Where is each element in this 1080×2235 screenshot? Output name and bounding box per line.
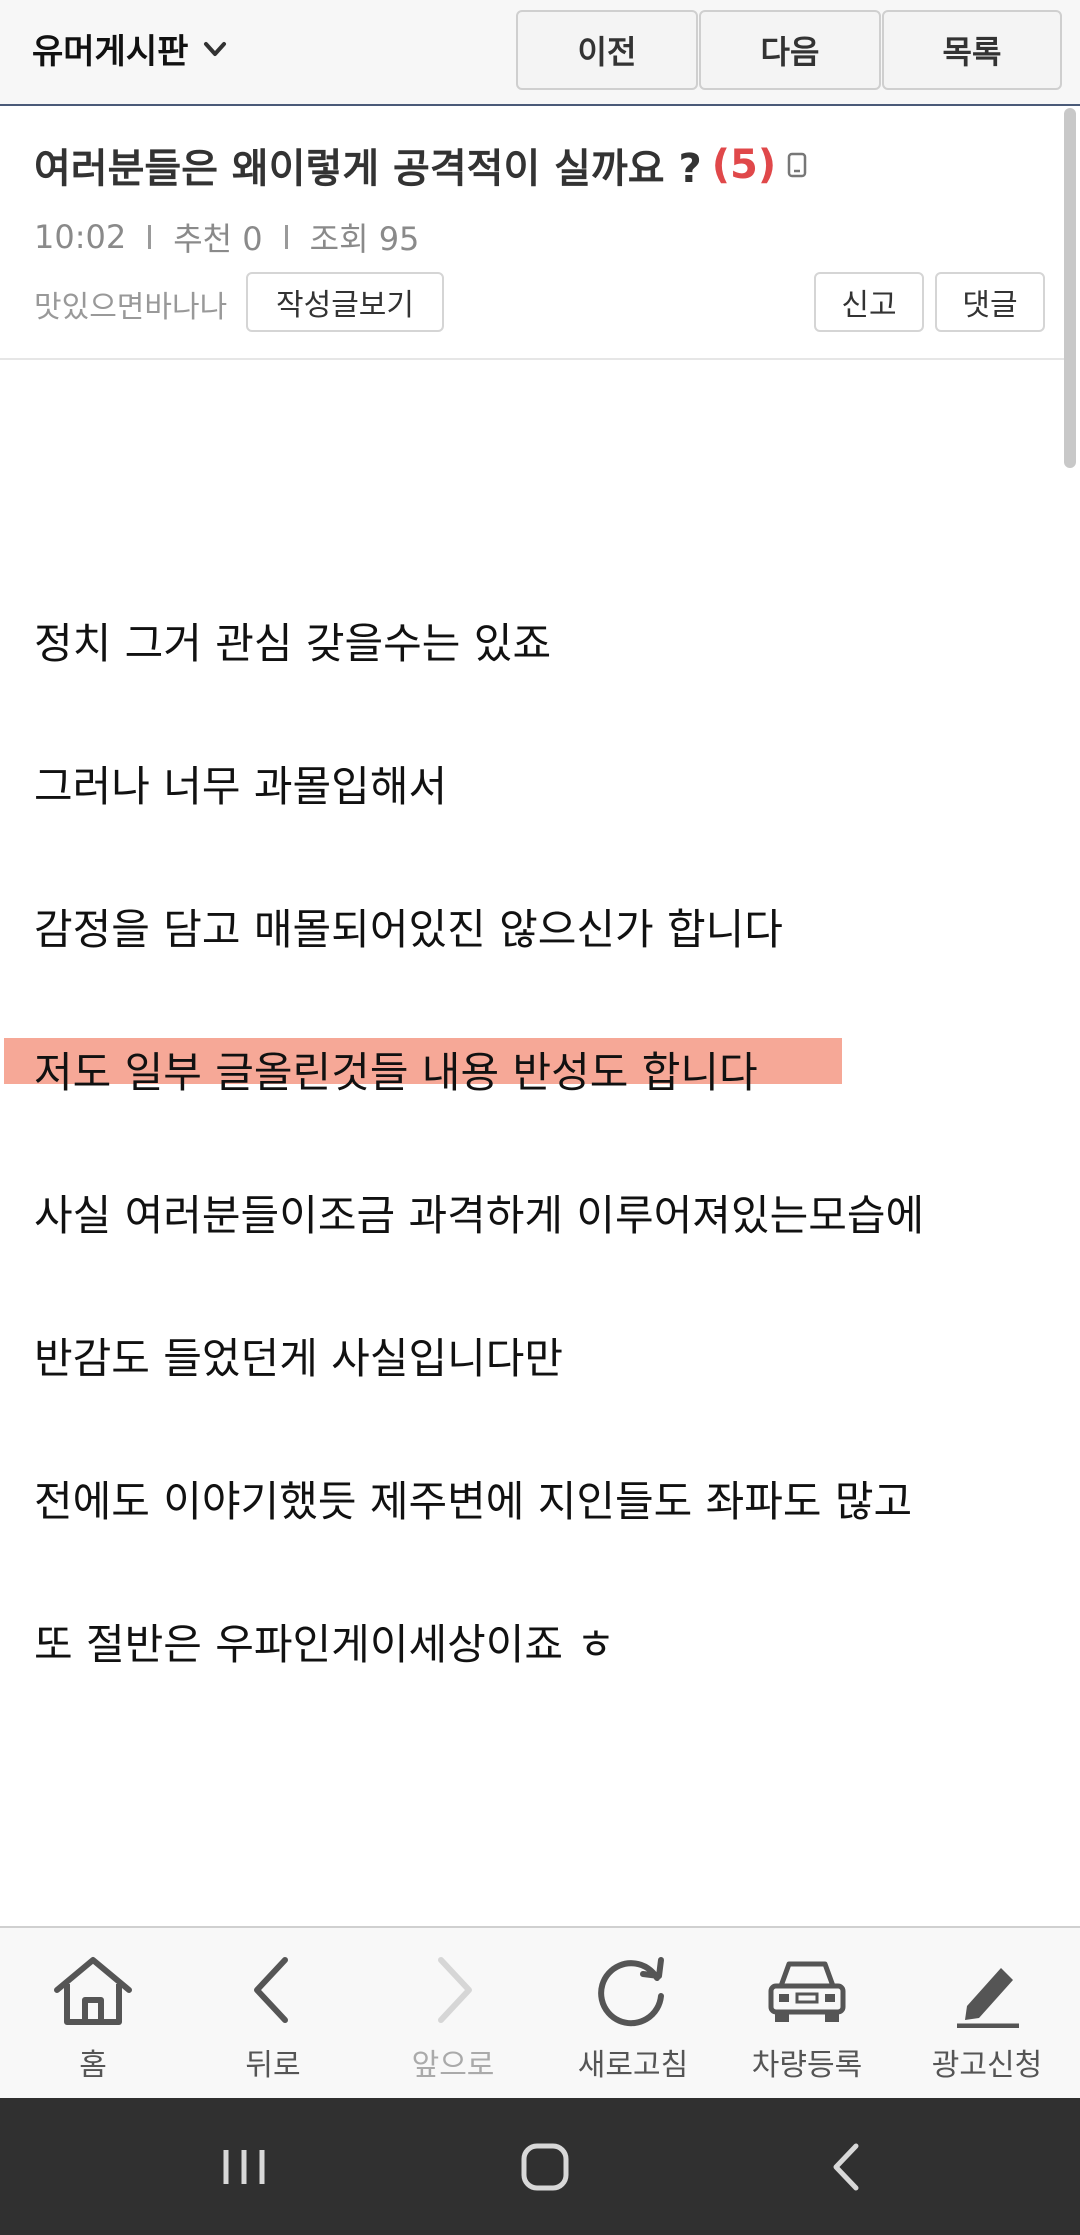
recommend-count: 추천 0: [173, 220, 263, 258]
refresh-icon: [598, 1957, 664, 2027]
home-button[interactable]: 홈: [3, 1928, 183, 2100]
post-title: 여러분들은 왜이렇게 공격적이 실까요 ? (5): [34, 136, 808, 194]
meta-divider: [284, 225, 288, 249]
prev-button[interactable]: 이전: [516, 10, 698, 90]
body-line: 그러나 너무 과몰입해서: [34, 762, 448, 811]
body-line: 저도 일부 글올린것들 내용 반성도 합니다: [34, 1048, 758, 1097]
view-count: 조회 95: [309, 220, 420, 258]
list-button[interactable]: 목록: [882, 10, 1062, 90]
refresh-button[interactable]: 새로고침: [543, 1928, 723, 2100]
post-body: 정치 그거 관심 갖을수는 있죠 그러나 너무 과몰입해서 감정을 담고 매몰되…: [0, 360, 1068, 1928]
system-nav-bar: [0, 2098, 1080, 2235]
back-icon: [254, 1957, 288, 2023]
forward-button[interactable]: 앞으로: [363, 1928, 543, 2100]
car-icon: [768, 1961, 846, 2022]
author-posts-button[interactable]: 작성글보기: [246, 272, 444, 332]
top-bar: 유머게시판 이전 다음 목록: [0, 0, 1080, 106]
post-time: 10:02: [34, 218, 127, 256]
board-selector[interactable]: 유머게시판: [32, 24, 230, 73]
ad-apply-label: 광고신청: [931, 2048, 1043, 2083]
post-title-text: 여러분들은 왜이렇게 공격적이 실까요 ?: [34, 146, 702, 192]
author-name[interactable]: 맛있으면바나나: [34, 282, 227, 326]
mobile-icon: [787, 152, 807, 178]
comment-count[interactable]: (5): [712, 142, 776, 188]
recent-apps-icon: [223, 2150, 265, 2184]
pencil-icon: [957, 1968, 1019, 2028]
bottom-toolbar: 홈 뒤로 앞으로 새로고침 차량등록 광고신청: [0, 1926, 1080, 2098]
report-button[interactable]: 신고: [814, 272, 924, 332]
next-button[interactable]: 다음: [699, 10, 881, 90]
page: 유머게시판 이전 다음 목록 여러분들은 왜이렇게 공격적이 실까요 ? (5)…: [0, 0, 1080, 2235]
body-line: 감정을 담고 매몰되어있진 않으신가 합니다: [34, 905, 783, 954]
refresh-label: 새로고침: [577, 2048, 689, 2083]
system-back-icon: [833, 2143, 859, 2191]
body-line: 또 절반은 우파인게이세상이죠 ㅎ: [34, 1620, 616, 1669]
system-home-button[interactable]: [510, 2134, 580, 2200]
body-line: 전에도 이야기했듯 제주변에 지인들도 좌파도 많고: [34, 1477, 913, 1526]
forward-label: 앞으로: [411, 2048, 495, 2083]
meta-divider: [148, 225, 152, 249]
post-meta: 10:02 추천 0 조회 95: [34, 214, 419, 260]
car-register-button[interactable]: 차량등록: [717, 1928, 897, 2100]
home-circle-icon: [521, 2143, 569, 2191]
body-line: 사실 여러분들이조금 과격하게 이루어져있는모습에: [34, 1191, 925, 1240]
post-header: 여러분들은 왜이렇게 공격적이 실까요 ? (5) 10:02 추천 0 조회 …: [0, 108, 1068, 360]
back-label: 뒤로: [245, 2048, 301, 2083]
forward-icon: [438, 1957, 472, 2023]
system-back-button[interactable]: [812, 2134, 882, 2200]
body-line: 정치 그거 관심 갖을수는 있죠: [34, 619, 552, 668]
home-label: 홈: [79, 2048, 107, 2083]
back-button[interactable]: 뒤로: [183, 1928, 363, 2100]
body-line: 반감도 들었던게 사실입니다만: [34, 1334, 564, 1383]
chevron-down-icon: [204, 41, 227, 56]
comment-button[interactable]: 댓글: [935, 272, 1045, 332]
car-register-label: 차량등록: [751, 2048, 863, 2083]
ad-apply-button[interactable]: 광고신청: [897, 1928, 1077, 2100]
home-icon: [54, 1957, 132, 2025]
board-name: 유머게시판: [32, 32, 189, 72]
recent-apps-button[interactable]: [210, 2134, 280, 2200]
